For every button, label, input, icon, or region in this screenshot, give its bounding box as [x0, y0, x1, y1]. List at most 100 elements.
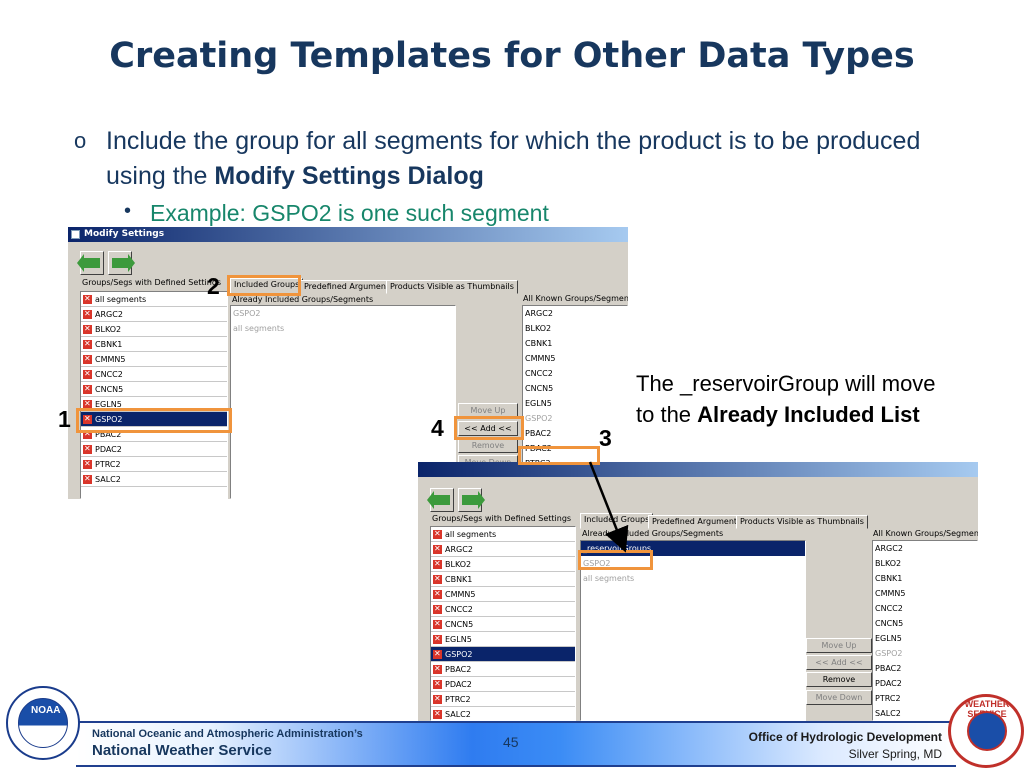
list-item[interactable]: CNCC2 — [873, 601, 977, 616]
list-item[interactable]: CNCN5 — [523, 381, 627, 396]
noaa-logo: NOAA — [6, 686, 80, 760]
move-up-button[interactable]: Move Up — [806, 638, 872, 653]
remove-x-icon[interactable] — [433, 541, 442, 556]
remove-x-icon[interactable] — [83, 336, 92, 351]
list-item[interactable]: BLKO2 — [523, 321, 627, 336]
segment-row[interactable]: CNCC2 — [431, 601, 575, 617]
segment-row[interactable]: ARGC2 — [81, 306, 227, 322]
segments-list[interactable]: all segments ARGC2 BLKO2 CBNK1 CMMN5 CNCC2 CNC… — [80, 291, 228, 499]
add-button[interactable]: << Add << — [806, 655, 872, 670]
list-item[interactable]: CNCC2 — [523, 366, 627, 381]
segment-row[interactable]: ARGC2 — [431, 541, 575, 557]
list-item[interactable]: ARGC2 — [873, 541, 977, 556]
redo-arrow-button[interactable] — [458, 488, 485, 512]
list-item[interactable]: EGLN5 — [523, 396, 627, 411]
remove-x-icon[interactable] — [433, 631, 442, 646]
segment-row[interactable]: PDAC2 — [431, 676, 575, 692]
segment-row[interactable]: PTRC2 — [431, 691, 575, 707]
remove-x-icon[interactable] — [433, 571, 442, 586]
segment-row[interactable]: CBNK1 — [431, 571, 575, 587]
segment-row[interactable]: PDAC2 — [81, 441, 227, 457]
redo-arrow-button[interactable] — [108, 251, 135, 275]
list-item[interactable]: PBAC2 — [873, 661, 977, 676]
remove-x-icon[interactable] — [433, 601, 442, 616]
segment-row[interactable]: GSPO2 — [431, 646, 575, 662]
remove-x-icon[interactable] — [83, 351, 92, 366]
segment-label: ARGC2 — [95, 310, 123, 319]
segment-row[interactable]: SALC2 — [431, 706, 575, 720]
remove-x-icon[interactable] — [433, 616, 442, 631]
remove-x-icon[interactable] — [433, 691, 442, 706]
remove-button[interactable]: Remove — [458, 438, 518, 453]
list-item[interactable]: ARGC2 — [523, 306, 627, 321]
list-item[interactable]: CNCN5 — [873, 616, 977, 631]
undo-arrow-button[interactable] — [427, 488, 454, 512]
dialog-titlebar[interactable] — [418, 462, 978, 477]
segment-row[interactable]: CNCN5 — [81, 381, 227, 397]
list-item[interactable]: GSPO2 — [231, 306, 455, 321]
noaa-emblem: NOAA — [18, 698, 68, 748]
segment-row[interactable]: CMMN5 — [81, 351, 227, 367]
list-item[interactable]: all segments — [581, 571, 805, 586]
highlight-reservoir-already — [578, 550, 653, 570]
remove-x-icon[interactable] — [83, 441, 92, 456]
tab-included-groups[interactable]: Included Groups — [580, 513, 654, 529]
list-item[interactable]: EGLN5 — [873, 631, 977, 646]
list-item[interactable]: CBNK1 — [873, 571, 977, 586]
list-item[interactable]: CMMN5 — [523, 351, 627, 366]
groups-label: Groups/Segs with Defined Settings — [82, 278, 222, 287]
segment-row[interactable]: CNCN5 — [431, 616, 575, 632]
remove-x-icon[interactable] — [83, 471, 92, 486]
segment-row[interactable]: CBNK1 — [81, 336, 227, 352]
list-item[interactable]: GSPO2 — [523, 411, 627, 426]
step-number-4: 4 — [431, 415, 444, 441]
remove-x-icon[interactable] — [83, 292, 92, 306]
segment-label: BLKO2 — [445, 560, 472, 569]
segment-label: CNCC2 — [445, 605, 473, 614]
remove-x-icon[interactable] — [83, 321, 92, 336]
segment-row[interactable]: PTRC2 — [81, 456, 227, 472]
segment-row[interactable]: BLKO2 — [431, 556, 575, 572]
tab-predefined-arguments[interactable]: Predefined Arguments — [648, 515, 746, 529]
tab-predefined-arguments[interactable]: Predefined Arguments — [300, 280, 398, 294]
move-down-button[interactable]: Move Down — [806, 690, 872, 705]
segment-row[interactable]: BLKO2 — [81, 321, 227, 337]
remove-button[interactable]: Remove — [806, 672, 872, 687]
remove-x-icon[interactable] — [433, 661, 442, 676]
segments-list[interactable]: all segments ARGC2 BLKO2 CBNK1 CMMN5 CNCC2 CNC… — [430, 526, 576, 721]
list-item[interactable]: CMMN5 — [873, 586, 977, 601]
all-known-list[interactable]: ARGC2 BLKO2 CBNK1 CMMN5 CNCC2 CNCN5 EGLN5 GSPO2… — [872, 540, 978, 721]
segment-row[interactable]: PBAC2 — [431, 661, 575, 677]
step-number-3: 3 — [599, 425, 612, 451]
list-item[interactable]: CBNK1 — [523, 336, 627, 351]
segment-row[interactable]: EGLN5 — [431, 631, 575, 647]
segment-row[interactable]: all segments — [431, 527, 575, 542]
nws-logo: WEATHER SERVICE — [948, 694, 1024, 768]
segment-row[interactable]: SALC2 — [81, 471, 227, 487]
list-item[interactable]: PDAC2 — [873, 676, 977, 691]
undo-arrow-button[interactable] — [77, 251, 104, 275]
remove-x-icon[interactable] — [83, 456, 92, 471]
remove-x-icon[interactable] — [83, 306, 92, 321]
remove-x-icon[interactable] — [83, 381, 92, 396]
tab-products-visible[interactable]: Products Visible as Thumbnails — [736, 515, 868, 529]
dialog-titlebar[interactable]: Modify Settings — [68, 227, 628, 242]
segment-label: CBNK1 — [445, 575, 473, 584]
remove-x-icon[interactable] — [433, 706, 442, 720]
tab-products-visible[interactable]: Products Visible as Thumbnails — [386, 280, 518, 294]
remove-x-icon[interactable] — [83, 366, 92, 381]
segment-row[interactable]: CMMN5 — [431, 586, 575, 602]
list-item[interactable]: BLKO2 — [873, 556, 977, 571]
list-item[interactable]: all segments — [231, 321, 455, 336]
remove-x-icon[interactable] — [433, 676, 442, 691]
list-item[interactable]: GSPO2 — [873, 646, 977, 661]
remove-x-icon[interactable] — [433, 586, 442, 601]
groups-label: Groups/Segs with Defined Settings — [432, 514, 572, 523]
segment-row[interactable]: CNCC2 — [81, 366, 227, 382]
segment-row[interactable]: all segments — [81, 292, 227, 307]
segment-label: all segments — [95, 295, 147, 304]
remove-x-icon[interactable] — [433, 556, 442, 571]
highlight-add-button — [454, 416, 524, 440]
remove-x-icon[interactable] — [433, 646, 442, 661]
remove-x-icon[interactable] — [433, 527, 442, 541]
